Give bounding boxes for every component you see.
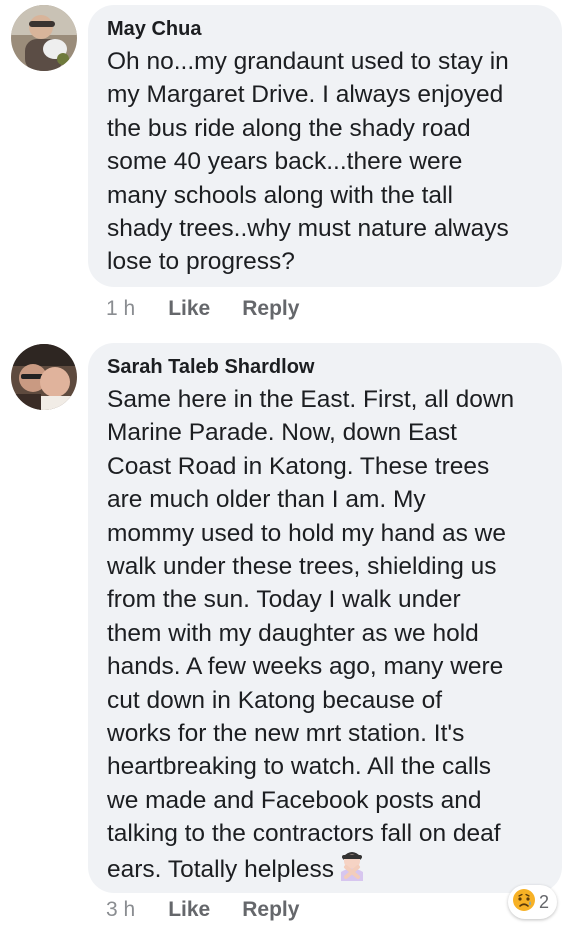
comment-actions: 3 h Like Reply (106, 898, 331, 922)
comment-bubble: Sarah Taleb Shardlow Same here in the Ea… (88, 343, 562, 893)
comment-text-body: Same here in the East. First, all down M… (107, 386, 515, 883)
comment-text: Same here in the East. First, all down M… (107, 383, 544, 890)
comment-bubble: May Chua Oh no...my grandaunt used to st… (88, 5, 562, 287)
comment-actions: 1 h Like Reply (106, 297, 331, 321)
avatar[interactable] (11, 344, 77, 410)
reply-button[interactable]: Reply (242, 297, 299, 321)
avatar[interactable] (11, 5, 77, 71)
like-button[interactable]: Like (168, 898, 210, 922)
sad-face-emoji (512, 888, 536, 917)
reply-button[interactable]: Reply (242, 898, 299, 922)
reaction-count: 2 (539, 891, 550, 912)
person-gesturing-no-emoji (338, 851, 366, 890)
comment-text: Oh no...my grandaunt used to stay in my … (107, 48, 509, 276)
timestamp[interactable]: 1 h (106, 297, 135, 321)
timestamp[interactable]: 3 h (106, 898, 135, 922)
comment-author[interactable]: May Chua (107, 17, 544, 41)
comment-author[interactable]: Sarah Taleb Shardlow (107, 355, 544, 379)
reaction-summary[interactable]: 2 (508, 885, 558, 919)
like-button[interactable]: Like (168, 297, 210, 321)
